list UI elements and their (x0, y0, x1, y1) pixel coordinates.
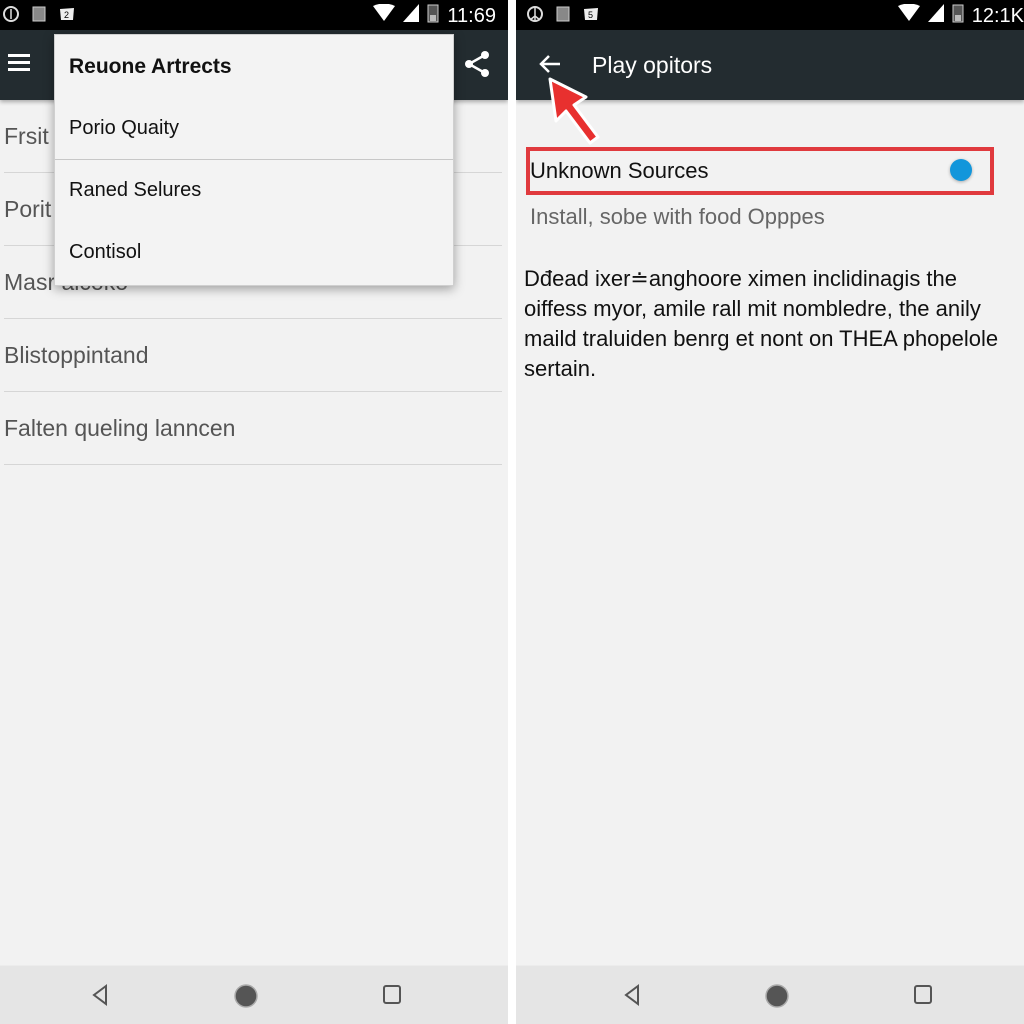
back-triangle-icon[interactable] (622, 984, 642, 1006)
recents-square-icon[interactable] (382, 984, 402, 1006)
peace-icon (526, 5, 544, 23)
status-time: 12:1K (971, 4, 1024, 27)
popup-item-porio-quaity[interactable]: Porio Quaity (69, 117, 179, 140)
home-circle-icon[interactable] (233, 984, 259, 1010)
right-screen: 5 12:1K Play opitors Unknown Sources Ins… (516, 0, 1024, 1024)
sim-icon (554, 5, 572, 23)
unknown-sources-highlight[interactable]: Unknown Sources (526, 147, 994, 195)
list-item[interactable]: Falten queling lanncen (4, 392, 502, 465)
sync-icon (2, 5, 20, 23)
popup-item-contisol[interactable]: Contisol (69, 241, 141, 264)
status-time: 11:69 (447, 4, 496, 27)
back-triangle-icon[interactable] (90, 984, 110, 1006)
unknown-sources-toggle[interactable] (950, 159, 972, 181)
unknown-sources-subtitle: Install, sobe with food Opppes (530, 204, 825, 229)
signal-icon (403, 4, 420, 28)
home-circle-icon[interactable] (764, 984, 790, 1010)
wifi-icon (897, 3, 920, 28)
status-bar: 5 12:1K (516, 0, 1024, 30)
share-icon[interactable] (464, 50, 490, 78)
battery-icon (427, 3, 439, 29)
recents-square-icon[interactable] (913, 984, 933, 1006)
notification-icon: 5 (582, 5, 600, 23)
hamburger-icon[interactable] (8, 54, 30, 72)
navigation-bar (516, 965, 1024, 1024)
left-screen: 2 11:69 Frsit Porit Masr aicoko Blistopp… (0, 0, 508, 1024)
navigation-bar (0, 965, 508, 1024)
popup-menu: Reuone Artrects Porio Quaity Raned Selur… (54, 34, 454, 286)
svg-text:2: 2 (64, 10, 69, 20)
unknown-sources-label: Unknown Sources (530, 158, 709, 183)
wifi-icon (373, 3, 396, 28)
signal-icon (927, 4, 944, 28)
popup-divider (55, 159, 453, 160)
svg-text:5: 5 (588, 10, 593, 20)
popup-title: Reuone Artrects (69, 55, 232, 78)
list-item[interactable]: Blistoppintand (4, 319, 502, 392)
notification-icon: 2 (58, 5, 76, 23)
popup-item-raned-selures[interactable]: Raned Selures (69, 179, 201, 202)
back-arrow-icon[interactable] (536, 50, 564, 78)
sim-icon (30, 5, 48, 23)
red-cursor-arrow-icon (548, 77, 600, 145)
page-title: Play opitors (592, 52, 713, 78)
description-text: Dđead ixer≐anghoore ximen inclidinagis t… (524, 266, 999, 381)
status-bar: 2 11:69 (0, 0, 508, 30)
battery-icon (952, 3, 964, 29)
